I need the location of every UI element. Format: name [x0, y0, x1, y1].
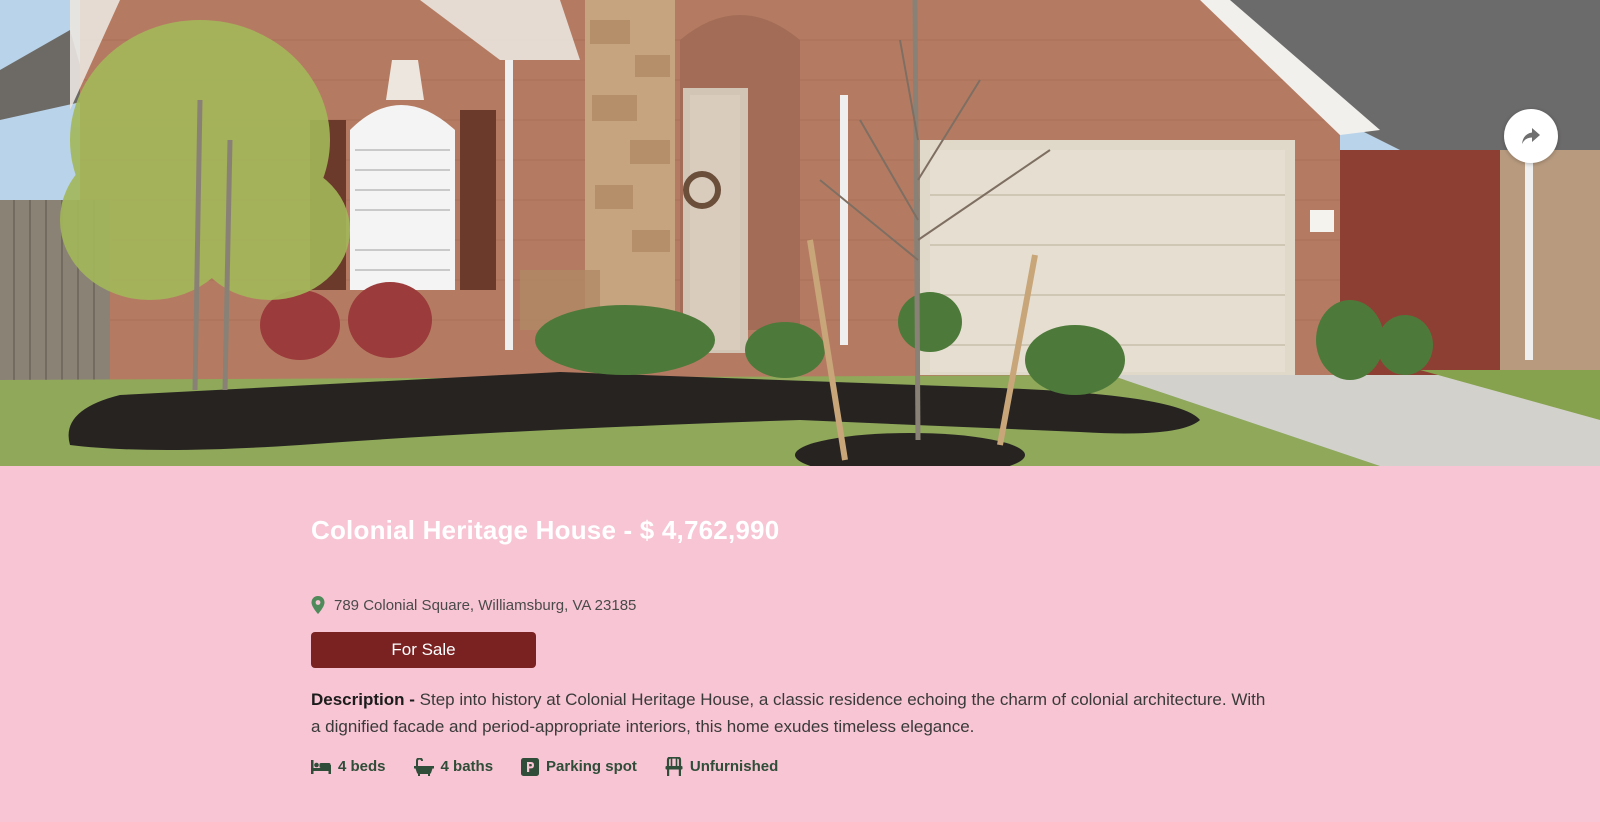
status-badge: For Sale — [311, 632, 536, 668]
parking-icon — [521, 757, 540, 776]
feature-baths: 4 baths — [413, 757, 494, 776]
bathtub-icon — [413, 757, 434, 776]
chair-icon — [665, 757, 683, 776]
feature-furnishing: Unfurnished — [665, 757, 778, 776]
hero-image — [0, 0, 1600, 466]
listing-title: Colonial Heritage House - $ 4,762,990 — [311, 515, 780, 545]
listing-address: 789 Colonial Square, Williamsburg, VA 23… — [334, 596, 637, 614]
listing-details: Colonial Heritage House - $ 4,762,990 78… — [311, 506, 1311, 776]
description-text: Step into history at Colonial Heritage H… — [311, 690, 1266, 736]
features-list: 4 beds 4 baths Parking spot Unfurnished — [311, 757, 1311, 776]
feature-label: Unfurnished — [689, 758, 779, 775]
location-pin-icon — [311, 596, 325, 614]
feature-label: 4 baths — [440, 758, 494, 775]
feature-label: 4 beds — [338, 758, 386, 775]
share-button[interactable] — [1504, 109, 1558, 163]
address-row: 789 Colonial Square, Williamsburg, VA 23… — [311, 594, 1311, 616]
description-label: Description - — [311, 690, 415, 709]
feature-parking: Parking spot — [521, 757, 637, 776]
share-icon — [1522, 128, 1540, 144]
feature-label: Parking spot — [546, 758, 637, 775]
listing-description: Description - Step into history at Colon… — [311, 686, 1271, 740]
feature-beds: 4 beds — [311, 758, 386, 775]
bed-icon — [311, 759, 331, 774]
